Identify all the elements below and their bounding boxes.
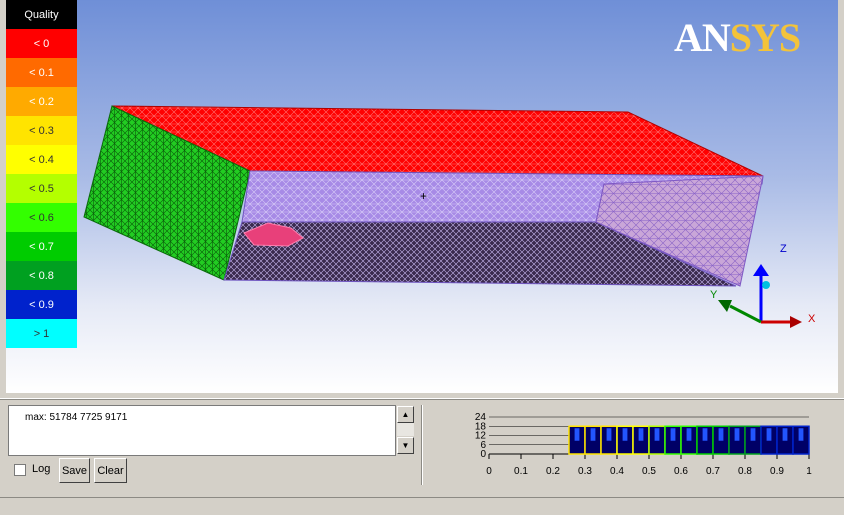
histogram-bar-marker: [670, 428, 676, 441]
clear-button[interactable]: Clear: [94, 458, 127, 483]
histogram-bar-marker: [798, 428, 804, 441]
histogram-bar-marker: [766, 428, 772, 441]
save-button[interactable]: Save: [59, 458, 90, 483]
status-strip: [0, 497, 844, 515]
x-tick-label: 0: [486, 466, 492, 477]
legend-item: < 0.5: [6, 174, 77, 203]
x-tick-label: 0.5: [642, 466, 656, 477]
x-tick-label: 0.7: [706, 466, 720, 477]
histogram-bar-marker: [574, 428, 580, 441]
histogram-bar-marker: [654, 428, 660, 441]
histogram-bar-marker: [638, 428, 644, 441]
graphics-viewport[interactable]: + Quality < 0 < 0.1 < 0.2 < 0.3 < 0.4 < …: [6, 0, 838, 393]
axis-label-x: X: [808, 313, 816, 325]
panel-separator: [0, 398, 844, 400]
legend-item: < 0.6: [6, 203, 77, 232]
log-checkbox[interactable]: [14, 464, 26, 476]
legend-item: < 0.8: [6, 261, 77, 290]
axis-label-z: Z: [780, 243, 787, 255]
x-tick-label: 0.2: [546, 466, 560, 477]
scroll-up-button[interactable]: ▲: [397, 406, 414, 423]
axis-label-y: Y: [710, 289, 718, 301]
histogram-bar-marker: [718, 428, 724, 441]
legend-item: < 0.7: [6, 232, 77, 261]
legend-title: Quality: [6, 0, 77, 29]
log-checkbox-label: Log: [32, 463, 51, 475]
legend-item: < 0.9: [6, 290, 77, 319]
quality-histogram: 241812600 0.1 0.2 0.3 0.4 0.5 0.6 0.7 0.8 0.9 1: [475, 412, 812, 477]
histogram-bar-marker: [734, 428, 740, 441]
x-tick-label: 0.4: [610, 466, 624, 477]
legend-item: < 0: [6, 29, 77, 58]
histogram-bar-marker: [686, 428, 692, 441]
histogram-bar-marker: [622, 428, 628, 441]
legend-item: < 0.2: [6, 87, 77, 116]
histogram-bar-marker: [702, 428, 708, 441]
center-marker: +: [420, 189, 427, 203]
scrollbar-track[interactable]: [397, 423, 414, 436]
legend-item: < 0.3: [6, 116, 77, 145]
log-output[interactable]: max: 51784 7725 9171: [8, 405, 396, 456]
scroll-down-button[interactable]: ▼: [397, 437, 414, 454]
histogram-bar-marker: [590, 428, 596, 441]
y-tick-label: 0: [480, 449, 486, 460]
x-tick-label: 0.9: [770, 466, 784, 477]
ansys-logo: ANSYS: [674, 15, 801, 60]
legend-item: < 0.4: [6, 145, 77, 174]
x-tick-label: 1: [806, 466, 812, 477]
x-tick-label: 0.1: [514, 466, 528, 477]
histogram-bar-marker: [750, 428, 756, 441]
x-tick-label: 0.6: [674, 466, 688, 477]
x-tick-label: 0.3: [578, 466, 592, 477]
quality-legend: Quality < 0 < 0.1 < 0.2 < 0.3 < 0.4 < 0.…: [6, 0, 77, 348]
legend-item: < 0.1: [6, 58, 77, 87]
histogram-bar-marker: [606, 428, 612, 441]
vertical-divider: [421, 405, 423, 485]
histogram-bar-marker: [782, 428, 788, 441]
x-tick-label: 0.8: [738, 466, 752, 477]
legend-item: > 1: [6, 319, 77, 348]
